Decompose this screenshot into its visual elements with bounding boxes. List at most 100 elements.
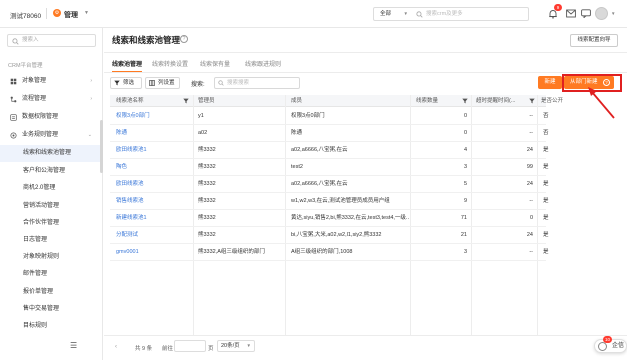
pool-name-link[interactable]: 权限3点0部门 bbox=[116, 108, 192, 125]
rule-icon bbox=[10, 132, 17, 139]
table-row[interactable]: 分配测试 熊3332 bi,八宝粥,大米,a02,w2,l1,siy2,熊333… bbox=[110, 227, 549, 244]
pool-name-link[interactable]: 销售线索池 bbox=[116, 193, 192, 210]
public-cell: 是 bbox=[543, 232, 549, 238]
timeout-cell: -- bbox=[529, 198, 533, 204]
sidebar-search-input[interactable]: 搜索入 bbox=[7, 34, 96, 47]
filter-icon[interactable] bbox=[183, 98, 189, 104]
sidebar-subitem-goal[interactable]: 目标规则 bbox=[0, 318, 102, 335]
admin-cell: 熊3332 bbox=[198, 232, 216, 238]
sidebar-subitem-lead-pool[interactable]: 线索和线索池管理 bbox=[0, 145, 102, 162]
sidebar-scrollbar[interactable] bbox=[100, 120, 103, 173]
sidebar-subitem-partner[interactable]: 合作伙伴管理 bbox=[0, 215, 102, 232]
help-icon[interactable]: ? bbox=[180, 35, 188, 43]
mail-icon[interactable] bbox=[566, 9, 576, 18]
members-cell: a02,a6666,八宝粥,在云 bbox=[291, 181, 348, 187]
sidebar-subitem-marketing[interactable]: 营销活动管理 bbox=[0, 198, 102, 215]
collapse-menu-icon[interactable]: ☰ bbox=[70, 341, 77, 350]
sidebar-item-object[interactable]: 对象管理 › bbox=[0, 73, 102, 90]
sidebar-subitem-label: 商机2.0管理 bbox=[23, 185, 56, 191]
company-name[interactable]: 测试78060 bbox=[10, 10, 41, 20]
sidebar-subitem-mapping[interactable]: 对象映射规则 bbox=[0, 249, 102, 266]
flow-icon bbox=[10, 96, 17, 103]
column-header-timeout[interactable]: 超时提醒时间(... bbox=[476, 95, 515, 107]
message-icon[interactable] bbox=[581, 9, 591, 18]
column-header-public[interactable]: 是否公开 bbox=[541, 95, 563, 107]
sidebar-subitem-opportunity[interactable]: 商机2.0管理 bbox=[0, 180, 102, 197]
new-button[interactable]: 新建 bbox=[538, 76, 562, 89]
pool-name-link[interactable]: 欧田线索池1 bbox=[116, 142, 192, 159]
sidebar-subitem-label: 日志管理 bbox=[23, 237, 48, 243]
config-guide-button[interactable]: 线索配置向导 bbox=[570, 34, 618, 47]
table-header: 线索池名称 管理员 成员 线索数量 超时提醒时间(... 是否公开 bbox=[110, 95, 563, 107]
table-row[interactable]: 新建线索池1 熊3332 黄达,siyu,销售2,bi,熊3332,在云,tes… bbox=[110, 210, 549, 227]
count-cell: 21 bbox=[460, 232, 467, 238]
tab-retention[interactable]: 线索保有量 bbox=[200, 59, 230, 68]
goto-page-input[interactable] bbox=[174, 340, 206, 352]
table-row[interactable]: 陶色 熊3332 test2 3 99 是 bbox=[110, 159, 549, 176]
sidebar-subitem-label: 对象映射规则 bbox=[23, 254, 60, 260]
chevron-down-icon[interactable]: ▼ bbox=[84, 10, 89, 16]
sidebar-subitem-label: 邮件管理 bbox=[23, 271, 48, 277]
filter-icon[interactable] bbox=[529, 98, 535, 104]
table-row[interactable]: 权限3点0部门 y1 权限3点0部门 0 -- 否 bbox=[110, 108, 549, 125]
column-settings-button[interactable]: 列设置 bbox=[145, 77, 180, 89]
timeout-cell: 0 bbox=[529, 215, 533, 221]
column-settings-label: 列设置 bbox=[158, 80, 175, 86]
page-title: 线索和线索池管理 bbox=[112, 35, 181, 45]
chevron-right-icon: › bbox=[90, 78, 92, 84]
timeout-cell: 24 bbox=[526, 147, 533, 153]
qixin-chat-button[interactable]: 10 企信 bbox=[594, 336, 627, 353]
tab-followup[interactable]: 线索跟进规则 bbox=[245, 59, 281, 68]
table-row[interactable]: 陈通 a02 陈通 0 -- 否 bbox=[110, 125, 549, 142]
prev-page-icon[interactable]: ‹ bbox=[115, 344, 117, 350]
pool-name-link[interactable]: 欧田线索池 bbox=[116, 176, 192, 193]
tab-lead-pool[interactable]: 线索池管理 bbox=[112, 59, 142, 68]
sidebar-subitem-log[interactable]: 日志管理 bbox=[0, 232, 102, 249]
keyword-search-input[interactable]: 搜索搜索 bbox=[214, 77, 300, 89]
page-size-select[interactable]: 20条/页 ▼ bbox=[217, 340, 255, 352]
admin-cell: 熊3332 bbox=[198, 181, 216, 187]
admin-cell: 熊3332 bbox=[198, 147, 216, 153]
column-header-members[interactable]: 成员 bbox=[291, 95, 302, 107]
timeout-cell: 99 bbox=[526, 164, 533, 170]
pool-name-link[interactable]: 陈通 bbox=[116, 125, 192, 142]
count-cell: 4 bbox=[463, 147, 467, 153]
sidebar-subitem-mail[interactable]: 邮件管理 bbox=[0, 266, 102, 283]
sidebar: 搜索入 CRM平台管理 对象管理 › 流程管理 › 数据权限管理 业务规则管理 … bbox=[0, 28, 103, 360]
sidebar-item-flow[interactable]: 流程管理 › bbox=[0, 91, 102, 108]
admin-cell: 熊3332 bbox=[198, 164, 216, 170]
sidebar-subitem-label: 线索和线索池管理 bbox=[23, 150, 72, 156]
pool-name-link[interactable]: 陶色 bbox=[116, 159, 192, 176]
admin-cell: a02 bbox=[198, 130, 208, 136]
module-switcher[interactable]: 管理 bbox=[64, 10, 78, 20]
goto-label: 前往 bbox=[162, 346, 174, 352]
table-row[interactable]: 销售线索池 熊3332 w1,w2,w3,在云,测试池管理员成员用户组 9 --… bbox=[110, 193, 549, 210]
search-scope-label: 全部 bbox=[380, 11, 392, 17]
global-search-input[interactable]: 搜索crm及更多 bbox=[412, 7, 529, 21]
sidebar-item-permission[interactable]: 数据权限管理 bbox=[0, 109, 102, 126]
sidebar-subitem-deal[interactable]: 售中交易管理 bbox=[0, 301, 102, 318]
search-scope-select[interactable]: 全部 ▼ bbox=[373, 7, 413, 21]
table-row[interactable]: 欧田线索池 熊3332 a02,a6666,八宝粥,在云 5 24 是 bbox=[110, 176, 549, 193]
column-header-count[interactable]: 线索数量 bbox=[416, 95, 438, 107]
pool-name-link[interactable]: 新建线索池1 bbox=[116, 210, 192, 227]
chevron-down-icon[interactable]: ▼ bbox=[611, 11, 615, 16]
members-cell: 陈通 bbox=[291, 130, 303, 136]
annotation-highlight-box bbox=[562, 74, 622, 92]
sidebar-item-rule[interactable]: 业务规则管理 ⌄ bbox=[0, 127, 102, 144]
filter-button[interactable]: 筛选 bbox=[110, 77, 142, 89]
tab-conversion[interactable]: 线索转换设置 bbox=[152, 59, 188, 68]
pool-name-link[interactable]: 分配测试 bbox=[116, 227, 192, 244]
public-cell: 否 bbox=[543, 130, 549, 136]
column-header-admin[interactable]: 管理员 bbox=[198, 95, 215, 107]
chat-label: 企信 bbox=[612, 343, 625, 349]
pool-name-link[interactable]: gmv0001 bbox=[116, 244, 192, 261]
column-header-name[interactable]: 线索池名称 bbox=[116, 95, 144, 107]
sidebar-subitem-quote[interactable]: 报价单管理 bbox=[0, 284, 102, 301]
avatar[interactable] bbox=[595, 7, 608, 20]
filter-icon[interactable] bbox=[462, 98, 468, 104]
table-row[interactable]: 欧田线索池1 熊3332 a02,a6666,八宝粥,在云 4 24 是 bbox=[110, 142, 549, 159]
sidebar-subitem-customer[interactable]: 客户和公海管理 bbox=[0, 163, 102, 180]
table-row[interactable]: gmv0001 熊3332,A组三级组织的部门 A组三级组织的部门,1008 3… bbox=[110, 244, 549, 261]
search-icon bbox=[218, 80, 224, 86]
